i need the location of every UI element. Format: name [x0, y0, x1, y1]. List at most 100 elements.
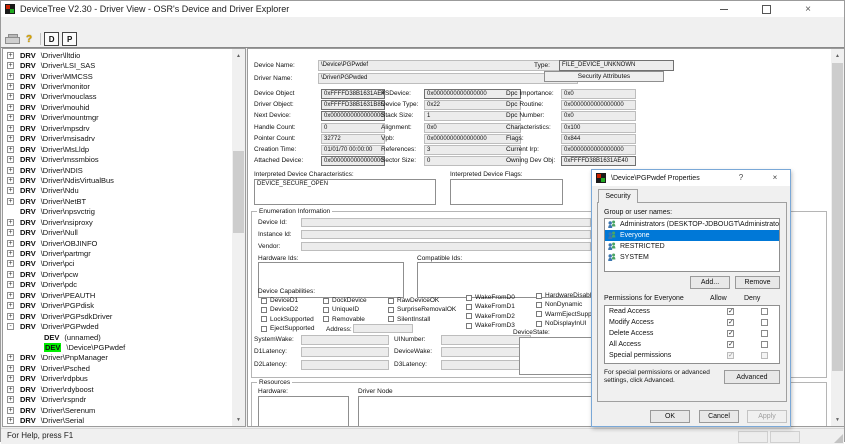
help-icon[interactable]: ? — [26, 34, 32, 45]
expander-icon[interactable]: + — [7, 187, 14, 194]
expander-icon[interactable]: + — [7, 229, 14, 236]
tree-item[interactable]: + DRV \Driver\nsiproxy — [3, 217, 232, 227]
allow-checkbox[interactable] — [727, 352, 734, 359]
checkbox-icon[interactable] — [261, 316, 267, 322]
user-list-item[interactable]: SYSTEM — [605, 252, 779, 263]
tree-item[interactable]: + DRV \Driver\Serenum — [3, 405, 232, 415]
tree-item[interactable]: + DRV \Driver\mountmgr — [3, 113, 232, 123]
tree-scrollbar[interactable]: ▲ ▼ — [232, 49, 245, 426]
tree-item[interactable]: + DRV \Driver\mouclass — [3, 92, 232, 102]
main-scrollbar[interactable]: ▲ ▼ — [831, 49, 844, 426]
expander-icon[interactable]: + — [7, 156, 14, 163]
tree-item[interactable]: + DRV \Driver\PGPdisk — [3, 301, 232, 311]
tree-item[interactable]: + DRV \Driver\Ndu — [3, 186, 232, 196]
ok-button[interactable]: OK — [650, 410, 690, 423]
tree-item[interactable]: + DRV \Driver\PEAUTH — [3, 290, 232, 300]
checkbox-icon[interactable] — [536, 311, 542, 317]
checkbox-icon[interactable] — [466, 313, 472, 319]
tree-item[interactable]: + DRV \Driver\pcw — [3, 269, 232, 279]
checkbox-icon[interactable] — [466, 323, 472, 329]
expander-icon[interactable] — [31, 344, 38, 351]
checkbox-icon[interactable] — [388, 316, 394, 322]
expander-icon[interactable]: + — [7, 302, 14, 309]
tree-item[interactable]: + DRV \Driver\monitor — [3, 81, 232, 91]
expander-icon[interactable]: + — [7, 375, 14, 382]
tree-item[interactable]: + DRV \Driver\NDIS — [3, 165, 232, 175]
checkbox-icon[interactable] — [388, 307, 394, 313]
deny-checkbox[interactable] — [761, 341, 768, 348]
tree-item[interactable]: + DRV \Driver\Serial — [3, 415, 232, 425]
scroll-down-icon[interactable]: ▼ — [232, 413, 245, 426]
deny-checkbox[interactable] — [761, 308, 768, 315]
expander-icon[interactable]: + — [7, 83, 14, 90]
tree-item[interactable]: + DRV \Driver\Null — [3, 227, 232, 237]
expander-icon[interactable]: + — [7, 292, 14, 299]
allow-checkbox[interactable] — [727, 308, 734, 315]
expander-icon[interactable]: + — [7, 177, 14, 184]
tree-item[interactable]: + DRV \Driver\OBJINFO — [3, 238, 232, 248]
print-button[interactable] — [5, 34, 20, 44]
menu-item[interactable] — [65, 17, 81, 31]
expander-icon[interactable]: + — [7, 219, 14, 226]
menu-item[interactable] — [17, 17, 33, 31]
checkbox-icon[interactable] — [261, 307, 267, 313]
tree-item[interactable]: + DRV \Driver\mssmbios — [3, 154, 232, 164]
expander-icon[interactable]: + — [7, 62, 14, 69]
expander-icon[interactable]: + — [7, 240, 14, 247]
checkbox-icon[interactable] — [323, 298, 329, 304]
tree-item[interactable]: DEV \Device\PGPwdef — [3, 342, 232, 352]
scrollbar-thumb[interactable] — [832, 63, 843, 371]
driver-view-button[interactable]: D — [44, 32, 59, 46]
tab-security[interactable]: Security — [598, 189, 638, 203]
scrollbar-thumb[interactable] — [233, 151, 244, 233]
tree-item[interactable]: + DRV \Driver\Psched — [3, 363, 232, 373]
tree-item[interactable]: + DRV \Driver\PnpManager — [3, 353, 232, 363]
deny-checkbox[interactable] — [761, 352, 768, 359]
menu-item[interactable] — [33, 17, 49, 31]
expander-icon[interactable]: + — [7, 313, 14, 320]
checkbox-icon[interactable] — [388, 298, 394, 304]
expander-icon[interactable]: + — [7, 260, 14, 267]
expander-icon[interactable]: + — [7, 198, 14, 205]
expander-icon[interactable]: + — [7, 73, 14, 80]
tree-item[interactable]: - DRV \Driver\PGPwded — [3, 321, 232, 331]
tree-item[interactable]: + DRV \Driver\rdpbus — [3, 374, 232, 384]
scroll-up-icon[interactable]: ▲ — [831, 49, 844, 62]
checkbox-icon[interactable] — [466, 295, 472, 301]
tree-item[interactable]: + DRV \Driver\msisadrv — [3, 134, 232, 144]
expander-icon[interactable]: + — [7, 93, 14, 100]
checkbox-icon[interactable] — [323, 316, 329, 322]
pnp-view-button[interactable]: P — [62, 32, 77, 46]
expander-icon[interactable]: + — [7, 104, 14, 111]
expander-icon[interactable]: + — [7, 250, 14, 257]
tree-item[interactable]: + DRV \Driver\MMCSS — [3, 71, 232, 81]
close-button[interactable]: × — [793, 1, 823, 17]
tree-item[interactable]: + DRV \Driver\lltdio — [3, 50, 232, 60]
expander-icon[interactable]: + — [7, 417, 14, 424]
scroll-down-icon[interactable]: ▼ — [831, 413, 844, 426]
tree-item[interactable]: + DRV \Driver\MsLldp — [3, 144, 232, 154]
minimize-button[interactable] — [709, 1, 739, 17]
checkbox-icon[interactable] — [536, 302, 542, 308]
cancel-button[interactable]: Cancel — [699, 410, 739, 423]
expander-icon[interactable] — [31, 334, 38, 341]
expander-icon[interactable] — [7, 208, 14, 215]
expander-icon[interactable]: + — [7, 271, 14, 278]
checkbox-icon[interactable] — [536, 293, 542, 299]
tree-item[interactable]: + DRV \Driver\mpsdrv — [3, 123, 232, 133]
tree-item[interactable]: + DRV \Driver\LSI_SAS — [3, 60, 232, 70]
expander-icon[interactable]: + — [7, 135, 14, 142]
tree-item[interactable]: DEV (unnamed) — [3, 332, 232, 342]
allow-checkbox[interactable] — [727, 319, 734, 326]
security-attributes-button[interactable]: Security Attributes — [544, 71, 664, 82]
expander-icon[interactable]: + — [7, 365, 14, 372]
menu-item[interactable] — [1, 17, 17, 31]
expander-icon[interactable]: + — [7, 146, 14, 153]
checkbox-icon[interactable] — [323, 307, 329, 313]
tree-item[interactable]: + DRV \Driver\pdc — [3, 280, 232, 290]
expander-icon[interactable]: + — [7, 167, 14, 174]
tree-item[interactable]: + DRV \Driver\partmgr — [3, 248, 232, 258]
expander-icon[interactable]: + — [7, 52, 14, 59]
expander-icon[interactable]: + — [7, 386, 14, 393]
tree-item[interactable]: + DRV \Driver\rdyboost — [3, 384, 232, 394]
